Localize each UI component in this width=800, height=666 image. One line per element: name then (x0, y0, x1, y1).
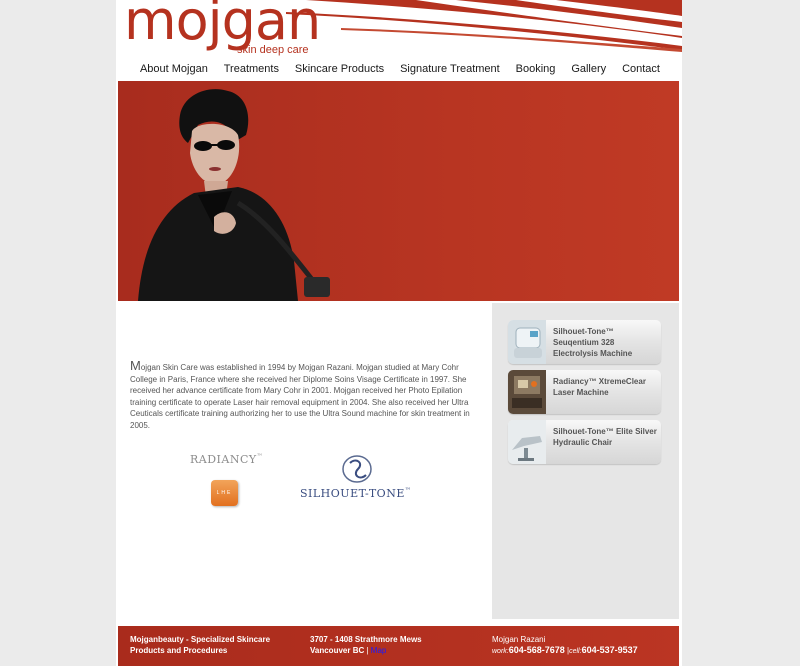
footer-separator: | (366, 646, 369, 655)
product-card-chair[interactable]: Silhouet-Tone™ Elite Silver Hydraulic Ch… (508, 420, 661, 464)
nav-about[interactable]: About Mojgan (140, 60, 208, 78)
footer-company: Mojganbeauty - Specialized Skincare Prod… (130, 634, 270, 656)
leaf-icon: ❦ (172, 30, 182, 42)
brand-tagline: skin deep care (237, 44, 309, 56)
footer-contact: Mojgan Razani work:604-568-7678 |cell:60… (492, 634, 638, 657)
electrolysis-machine-icon (508, 320, 546, 364)
nav-gallery[interactable]: Gallery (571, 60, 606, 78)
footer-address-line1: 3707 - 1408 Strathmore Mews (310, 635, 422, 644)
brand-logo[interactable]: mojgan (124, 0, 321, 48)
hero-banner (118, 81, 679, 301)
radiancy-badge: LHE (211, 480, 238, 506)
main-nav: About Mojgan Treatments Skincare Product… (116, 60, 682, 78)
radiancy-name: RADIANCY (190, 453, 257, 466)
silhouette-tone-logo[interactable]: SILHOUET-TONE™ (298, 453, 434, 511)
nav-signature-treatment[interactable]: Signature Treatment (400, 60, 500, 78)
products-sidebar: Silhouet-Tone™ Seuqentium 328 Electrolys… (492, 303, 679, 619)
silhouette-emblem-icon (342, 455, 372, 483)
footer-company-line2: Products and Procedures (130, 646, 228, 655)
product-card-laser[interactable]: Radiancy™ XtremeClear Laser Machine (508, 370, 661, 414)
footer: Mojganbeauty - Specialized Skincare Prod… (118, 626, 679, 666)
nav-treatments[interactable]: Treatments (224, 60, 279, 78)
work-label: work: (492, 648, 509, 655)
footer-company-line1: Mojganbeauty - Specialized Skincare (130, 635, 271, 644)
work-phone[interactable]: 604-568-7678 (509, 645, 565, 655)
radiancy-logo[interactable]: RADIANCY™ LHE (188, 450, 286, 514)
silhouette-tm: ™ (404, 487, 412, 494)
silhouette-name: SILHOUET-TONE (300, 487, 405, 500)
main-content: Mojgan Skin Care was established in 1994… (118, 303, 490, 619)
product-label: Radiancy™ XtremeClear Laser Machine (553, 377, 646, 397)
cell-label: cell: (569, 648, 582, 655)
map-link[interactable]: Map (371, 646, 387, 655)
portrait-image (138, 89, 330, 301)
laser-machine-icon (508, 370, 546, 414)
nav-skincare-products[interactable]: Skincare Products (295, 60, 384, 78)
page: mojgan ❦ skin deep care About Mojgan Tre… (116, 0, 682, 666)
product-label: Silhouet-Tone™ Seuqentium 328 Electrolys… (553, 327, 633, 358)
about-paragraph: Mojgan Skin Care was established in 1994… (130, 358, 480, 431)
product-card-electrolysis[interactable]: Silhouet-Tone™ Seuqentium 328 Electrolys… (508, 320, 661, 364)
nav-contact[interactable]: Contact (622, 60, 660, 78)
header: mojgan ❦ skin deep care About Mojgan Tre… (116, 0, 682, 80)
about-text: ojgan Skin Care was established in 1994 … (130, 363, 470, 430)
product-label: Silhouet-Tone™ Elite Silver Hydraulic Ch… (553, 427, 657, 447)
cell-phone[interactable]: 604-537-9537 (582, 645, 638, 655)
footer-address-line2: Vancouver BC (310, 646, 365, 655)
drop-cap: M (130, 358, 141, 373)
radiancy-tm: ™ (256, 453, 264, 460)
hydraulic-chair-icon (508, 420, 546, 464)
footer-contact-name: Mojgan Razani (492, 635, 546, 644)
nav-booking[interactable]: Booking (516, 60, 556, 78)
footer-address: 3707 - 1408 Strathmore Mews Vancouver BC… (310, 634, 422, 656)
